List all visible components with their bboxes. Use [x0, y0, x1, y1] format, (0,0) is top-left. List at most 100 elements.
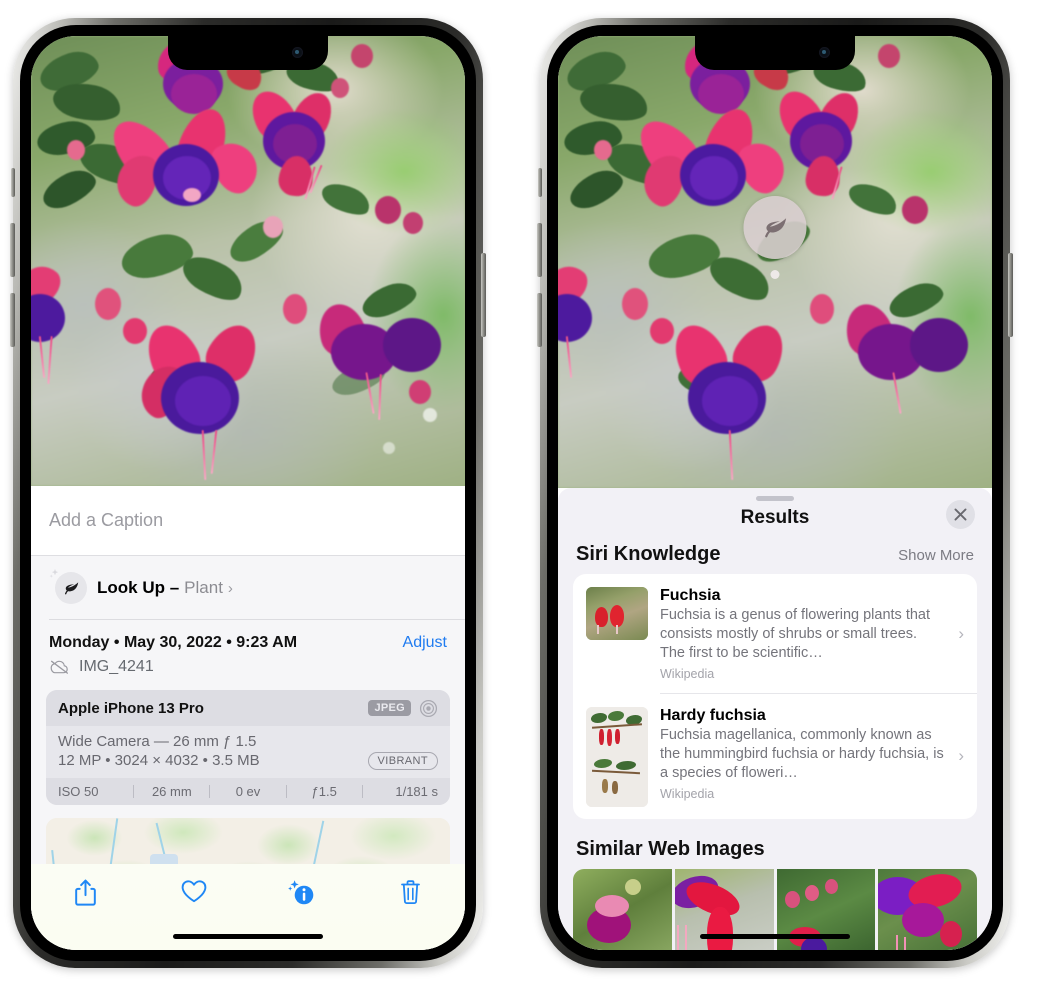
flower-bud	[403, 212, 423, 234]
info-visual-lookup-icon[interactable]	[275, 878, 329, 906]
favorite-heart-icon[interactable]	[167, 878, 221, 904]
right-phone-bezel: Results Siri Knowledge Show More Fuchsia…	[547, 25, 1003, 961]
date-row: Monday • May 30, 2022 • 9:23 AM Adjust	[31, 620, 465, 653]
leaf-badge-dot	[770, 270, 780, 279]
thumbnail-stamen	[904, 936, 907, 950]
exif-exposure-value: 0 ev	[235, 783, 261, 799]
photo-viewer-right[interactable]	[558, 36, 992, 488]
siri-knowledge-card: Fuchsia Fuchsia is a genus of flowering …	[573, 574, 977, 819]
volume-down-button[interactable]	[10, 293, 15, 347]
thumbnail-stamen	[616, 625, 618, 634]
chevron-right-icon[interactable]: ›	[228, 580, 233, 597]
silent-switch[interactable]	[538, 168, 542, 197]
volume-down-button[interactable]	[537, 293, 542, 347]
flower-bud	[878, 44, 900, 68]
exif-shutter-speed: 1/181 s	[395, 783, 439, 799]
flower-bud	[331, 78, 349, 98]
caption-placeholder[interactable]: Add a Caption	[49, 510, 163, 531]
leaf-icon-circle	[55, 572, 87, 604]
look-up-icon-wrap	[49, 569, 91, 604]
camera-card-header: Apple iPhone 13 Pro JPEG	[46, 689, 450, 726]
info-body: Look Up – Plant › Monday • May 30, 2022 …	[31, 556, 465, 908]
left-phone-bezel: Add a Caption Look Up – Plant › Monday •…	[20, 25, 476, 961]
knowledge-text: Fuchsia Fuchsia is a genus of flowering …	[660, 587, 965, 681]
visual-lookup-leaf-badge[interactable]	[743, 196, 807, 279]
camera-info-card[interactable]: Apple iPhone 13 Pro JPEG Wide Camera — 2…	[46, 689, 450, 805]
flower-bud	[375, 196, 401, 224]
thumbnail-stamen	[896, 934, 899, 950]
exif-focal-length: 26 mm	[151, 783, 192, 799]
knowledge-thumbnail	[586, 706, 648, 807]
close-icon[interactable]	[946, 500, 975, 529]
caption-field-row[interactable]: Add a Caption	[31, 486, 465, 556]
camera-specs-line: 12 MP • 3024 × 4032 • 3.5 MB	[58, 752, 260, 769]
thumbnail-flower	[599, 728, 604, 745]
power-button[interactable]	[481, 253, 486, 337]
results-header: Results	[558, 500, 992, 543]
delete-trash-icon[interactable]	[384, 878, 438, 906]
photo-date-text: Monday • May 30, 2022 • 9:23 AM	[49, 633, 298, 651]
leaf-icon	[64, 581, 78, 594]
home-indicator[interactable]	[173, 934, 323, 939]
camera-exif-row: ISO 50 26 mm 0 ev ƒ1.5 1/181 s	[46, 777, 450, 805]
camera-lens-line: Wide Camera — 26 mm ƒ 1.5	[58, 732, 257, 750]
knowledge-list-item[interactable]: Fuchsia Fuchsia is a genus of flowering …	[573, 574, 977, 693]
flower-corolla	[910, 318, 968, 372]
knowledge-list-item[interactable]: Hardy fuchsia Fuchsia magellanica, commo…	[573, 694, 977, 819]
format-badge: JPEG	[368, 700, 411, 716]
camera-specs-line-row: 12 MP • 3024 × 4032 • 3.5 MB VIBRANT	[58, 751, 438, 770]
thumbnail-stamen	[684, 924, 687, 950]
cloud-slash-icon	[50, 660, 69, 674]
knowledge-source: Wikipedia	[660, 667, 715, 682]
volume-up-button[interactable]	[10, 223, 15, 277]
leaf-icon	[764, 217, 786, 237]
thumbnail-stamen	[597, 625, 599, 634]
thumbnail-flower	[902, 902, 945, 937]
thumbnail-sepal	[595, 894, 629, 917]
flower-center	[183, 188, 201, 202]
photo-filename: IMG_4241	[79, 657, 154, 675]
front-camera	[292, 47, 303, 58]
exif-aperture: ƒ1.5	[311, 783, 337, 799]
volume-up-button[interactable]	[537, 223, 542, 277]
chevron-right-icon[interactable]: ›	[958, 746, 964, 766]
adjust-button[interactable]: Adjust	[403, 634, 447, 652]
thumbnail-bud	[804, 884, 819, 901]
look-up-row[interactable]: Look Up – Plant ›	[31, 556, 465, 619]
thumbnail-flower	[610, 605, 624, 627]
exif-iso: ISO 50	[58, 783, 99, 799]
chevron-right-icon[interactable]: ›	[958, 624, 964, 644]
flower-corolla	[702, 376, 758, 426]
web-image-thumb[interactable]	[573, 868, 672, 950]
file-row: IMG_4241	[31, 653, 465, 688]
flower-bud	[409, 380, 431, 404]
flower-bud	[263, 216, 283, 238]
photographic-style-badge: VIBRANT	[367, 751, 438, 770]
thumbnail-flower	[607, 728, 612, 746]
thumbnail-flower	[615, 728, 620, 744]
flower-bud	[594, 140, 612, 160]
web-image-thumb[interactable]	[878, 868, 977, 950]
camera-model: Apple iPhone 13 Pro	[58, 699, 204, 717]
right-phone-device: Results Siri Knowledge Show More Fuchsia…	[537, 18, 1013, 968]
results-title: Results	[740, 507, 810, 528]
thumbnail-bud	[940, 920, 963, 947]
show-more-button[interactable]: Show More	[898, 547, 974, 564]
leaf-badge-bubble[interactable]	[743, 196, 807, 259]
home-indicator[interactable]	[700, 934, 850, 939]
thumbnail-seedpod	[612, 780, 618, 794]
photo-viewer-left[interactable]	[31, 36, 465, 486]
power-button[interactable]	[1008, 253, 1013, 337]
share-icon[interactable]	[58, 878, 112, 907]
bokeh-highlight	[383, 442, 395, 454]
flower-bud	[67, 140, 85, 160]
thumbnail-bud	[824, 878, 838, 894]
aperture-icon	[419, 699, 438, 717]
device-notch	[695, 36, 855, 70]
bokeh-highlight	[423, 408, 437, 422]
flower-bud	[902, 196, 928, 224]
photo-info-sheet: Add a Caption Look Up – Plant › Monday •…	[31, 486, 465, 950]
knowledge-description: Fuchsia magellanica, commonly known as t…	[660, 726, 944, 782]
silent-switch[interactable]	[11, 168, 15, 197]
thumbnail-seedpod	[602, 778, 608, 793]
